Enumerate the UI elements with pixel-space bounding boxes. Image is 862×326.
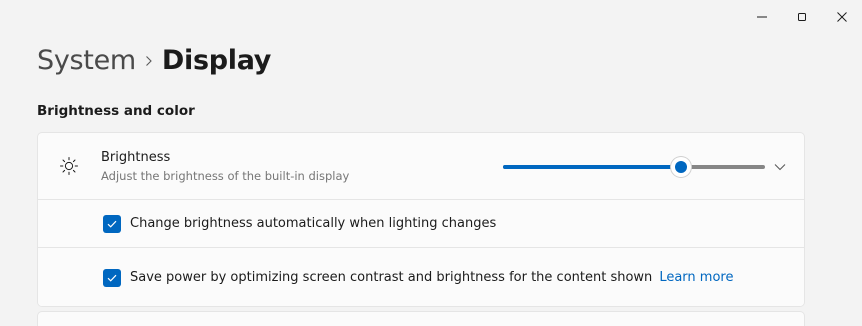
brightness-card: Brightness Adjust the brightness of the … (37, 132, 805, 307)
expand-button[interactable] (770, 157, 790, 177)
breadcrumb-current: Display (161, 45, 272, 76)
brightness-title: Brightness (101, 150, 171, 165)
auto-brightness-checkbox[interactable] (103, 215, 121, 233)
checkmark-icon (107, 220, 117, 228)
auto-brightness-label[interactable]: Change brightness automatically when lig… (130, 215, 496, 233)
caption-buttons (742, 0, 862, 34)
content-adaptive-row: Save power by optimizing screen contrast… (38, 247, 804, 306)
chevron-down-icon (774, 164, 786, 171)
brightness-sun-icon (60, 157, 78, 175)
minimize-button[interactable] (742, 0, 782, 34)
maximize-icon (798, 13, 806, 21)
maximize-button[interactable] (782, 0, 822, 34)
checkmark-icon (107, 274, 117, 282)
brightness-description: Adjust the brightness of the built-in di… (101, 169, 350, 183)
content-adaptive-label[interactable]: Save power by optimizing screen contrast… (130, 270, 652, 285)
content-adaptive-label-wrap: Save power by optimizing screen contrast… (130, 269, 733, 287)
content-adaptive-checkbox[interactable] (103, 269, 121, 287)
brightness-row: Brightness Adjust the brightness of the … (38, 133, 804, 199)
section-header: Brightness and color (37, 103, 195, 119)
chevron-right-icon (145, 55, 153, 67)
minimize-icon (757, 16, 767, 18)
next-setting-card[interactable] (37, 311, 805, 326)
auto-brightness-row: Change brightness automatically when lig… (38, 199, 804, 247)
close-button[interactable] (822, 0, 862, 34)
settings-window: System Display Brightness and color Brig… (0, 0, 862, 326)
slider-fill (503, 165, 681, 169)
learn-more-link[interactable]: Learn more (659, 270, 733, 285)
breadcrumb-root[interactable]: System (37, 41, 136, 81)
close-icon (837, 12, 847, 22)
slider-thumb[interactable] (671, 157, 691, 177)
page-title: System Display (37, 41, 271, 81)
brightness-slider[interactable] (503, 157, 765, 177)
